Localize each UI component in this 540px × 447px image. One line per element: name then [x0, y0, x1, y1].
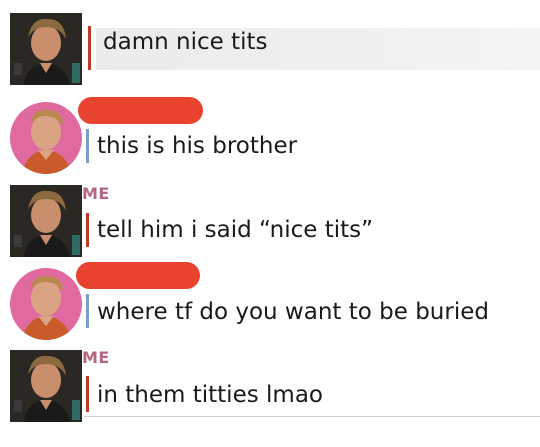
- message-text: in them titties lmao: [97, 382, 323, 408]
- message-text: damn nice tits: [103, 29, 268, 55]
- message-text: this is his brother: [97, 133, 298, 159]
- avatar-shawn[interactable]: [10, 185, 82, 257]
- message-row: where tf do you want to be buried: [0, 262, 540, 348]
- message-bar: [88, 26, 91, 70]
- message-row: this is his brother: [0, 85, 540, 175]
- avatar-shawn[interactable]: [10, 350, 82, 422]
- message-bar: [86, 294, 89, 328]
- redacted-name: [78, 97, 203, 124]
- sender-label: ME: [82, 184, 110, 203]
- redacted-name: [76, 262, 200, 289]
- message-text: tell him i said “nice tits”: [97, 217, 374, 243]
- avatar-shawn[interactable]: [10, 13, 82, 85]
- avatar-owen[interactable]: [10, 102, 82, 174]
- message-bar: [86, 376, 89, 412]
- message-row: damn nice tits: [0, 0, 540, 85]
- divider: [84, 416, 540, 417]
- message-row: ME in them titties lmao: [0, 348, 540, 447]
- wrestler-photo-icon: [10, 102, 82, 174]
- wrestler-photo-icon: [10, 350, 82, 422]
- message-bar: [86, 213, 89, 247]
- message-row: ME tell him i said “nice tits”: [0, 175, 540, 262]
- message-bar: [86, 129, 89, 163]
- wrestler-photo-icon: [10, 268, 82, 340]
- sender-label: ME: [82, 348, 110, 367]
- message-text: where tf do you want to be buried: [97, 299, 489, 325]
- avatar-owen[interactable]: [10, 268, 82, 340]
- wrestler-photo-icon: [10, 185, 82, 257]
- wrestler-photo-icon: [10, 13, 82, 85]
